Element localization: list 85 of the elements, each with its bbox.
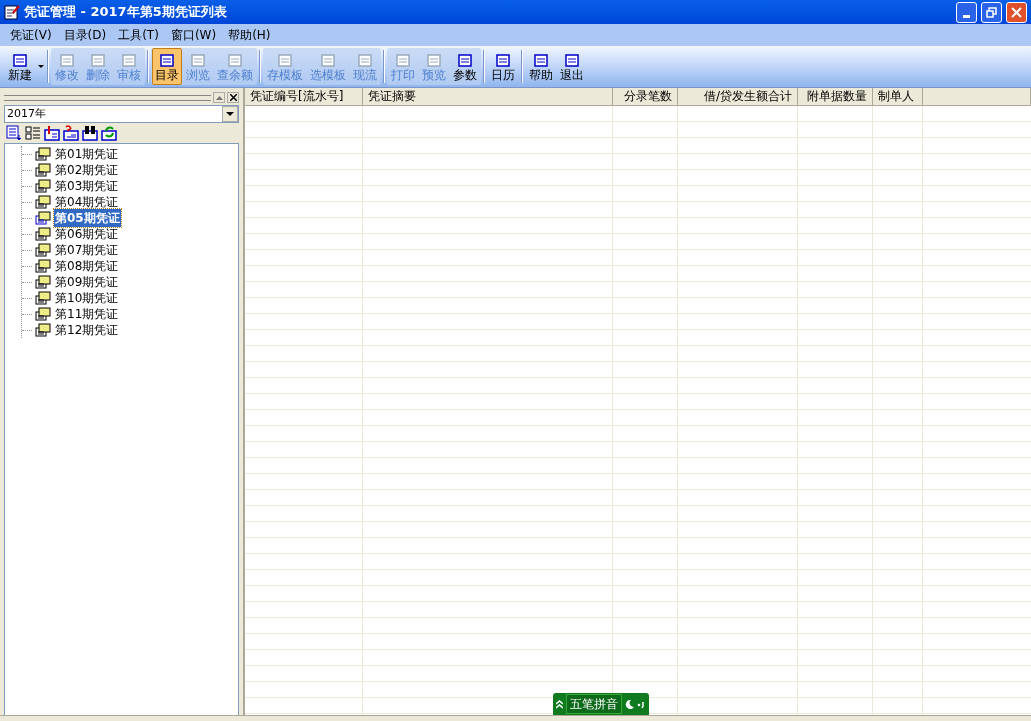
input-method-label: 五笔拼音 — [566, 694, 622, 714]
menu-item[interactable]: 帮助(H) — [222, 25, 277, 45]
column-header[interactable]: 借/贷发生额合计 — [678, 88, 798, 105]
folder-icon — [35, 211, 51, 225]
minimize-icon — [963, 14, 970, 18]
tree-item[interactable]: 第07期凭证 — [54, 241, 120, 259]
dropdown-arrow-icon[interactable] — [38, 65, 44, 68]
menu-item[interactable]: 工具(T) — [112, 25, 165, 45]
toolbar-button[interactable]: 参数 — [450, 48, 480, 85]
column-header[interactable]: 附单据数量 — [798, 88, 873, 105]
document-icon — [457, 51, 473, 68]
column-header[interactable]: 分录笔数 — [613, 88, 678, 105]
folder-icon — [35, 163, 51, 177]
document-icon — [357, 51, 373, 68]
document-icon — [12, 51, 28, 68]
window-title: 凭证管理 - 2017年第5期凭证列表 — [24, 3, 227, 22]
question-icon[interactable] — [63, 125, 79, 141]
close-button[interactable] — [227, 92, 239, 103]
document-icon — [495, 51, 511, 68]
tree-item[interactable]: 第05期凭证 — [54, 209, 121, 227]
tree-item[interactable]: 第03期凭证 — [54, 177, 120, 195]
menu-item[interactable]: 凭证(V) — [4, 25, 58, 45]
close-icon — [229, 94, 237, 101]
folder-icon — [35, 259, 51, 273]
folder-icon — [35, 227, 51, 241]
caret-icon — [226, 112, 234, 116]
tree-item[interactable]: 第10期凭证 — [54, 289, 120, 307]
document-icon — [564, 51, 580, 68]
menu-item[interactable]: 目录(D) — [57, 25, 113, 45]
column-header[interactable]: 凭证编号[流水号] — [245, 88, 363, 105]
notepad-icon — [4, 4, 20, 20]
tree-item[interactable]: 第02期凭证 — [54, 161, 120, 179]
folder-icon — [35, 195, 51, 209]
toolbar-button[interactable]: 日历 — [488, 48, 518, 85]
column-header[interactable]: 凭证摘要 — [363, 88, 613, 105]
document-icon — [395, 51, 411, 68]
toolbar-button[interactable]: 新建 — [5, 48, 35, 85]
refresh-icon[interactable] — [101, 125, 117, 141]
list-icon[interactable] — [6, 125, 22, 141]
tree-item[interactable]: 第12期凭证 — [54, 321, 120, 339]
tree-icon[interactable] — [25, 125, 41, 141]
folder-icon — [35, 147, 51, 161]
document-icon — [190, 51, 206, 68]
folder-icon — [35, 179, 51, 193]
tree-item[interactable]: 第06期凭证 — [54, 225, 120, 243]
folder-icon — [35, 307, 51, 321]
toolbar-button[interactable]: 目录 — [152, 48, 182, 85]
tree-item[interactable]: 第08期凭证 — [54, 257, 120, 275]
collapse-button[interactable] — [213, 92, 225, 103]
tree-item[interactable]: 第04期凭证 — [54, 193, 120, 211]
tree-item[interactable]: 第09期凭证 — [54, 273, 120, 291]
dropdown-button[interactable] — [222, 106, 238, 122]
moon-icon — [625, 699, 634, 709]
minimize-button[interactable] — [956, 1, 977, 23]
binoculars-icon[interactable] — [82, 125, 98, 141]
document-icon — [227, 51, 243, 68]
document-icon — [426, 51, 442, 68]
document-icon — [121, 51, 137, 68]
double-chevron-icon — [556, 699, 563, 709]
folder-icon — [35, 243, 51, 257]
folder-icon — [35, 275, 51, 289]
column-header[interactable]: 制单人 — [873, 88, 923, 105]
folder-icon — [35, 291, 51, 305]
tree-item[interactable]: 第11期凭证 — [54, 305, 120, 323]
document-icon — [277, 51, 293, 68]
toolbar-button[interactable]: 帮助 — [526, 48, 556, 85]
document-icon — [320, 51, 336, 68]
document-icon — [90, 51, 106, 68]
alert-icon[interactable] — [44, 125, 60, 141]
menu-item[interactable]: 窗口(W) — [164, 25, 223, 45]
toolbar-button[interactable]: 退出 — [557, 48, 587, 85]
ime-bar[interactable]: 五笔拼音 — [553, 693, 649, 715]
folder-icon — [35, 323, 51, 337]
close-icon — [1011, 6, 1022, 18]
punctuation-icon — [637, 699, 646, 709]
document-icon — [159, 51, 175, 68]
restore-icon — [986, 6, 997, 18]
year-value: 2017年 — [6, 105, 47, 122]
tree-item[interactable]: 第01期凭证 — [54, 145, 120, 163]
year-dropdown[interactable]: 2017年 — [4, 105, 239, 123]
restore-button[interactable] — [981, 1, 1002, 23]
up-triangle-icon — [215, 95, 223, 100]
panel-grip[interactable] — [4, 94, 211, 101]
document-icon — [533, 51, 549, 68]
document-icon — [59, 51, 75, 68]
